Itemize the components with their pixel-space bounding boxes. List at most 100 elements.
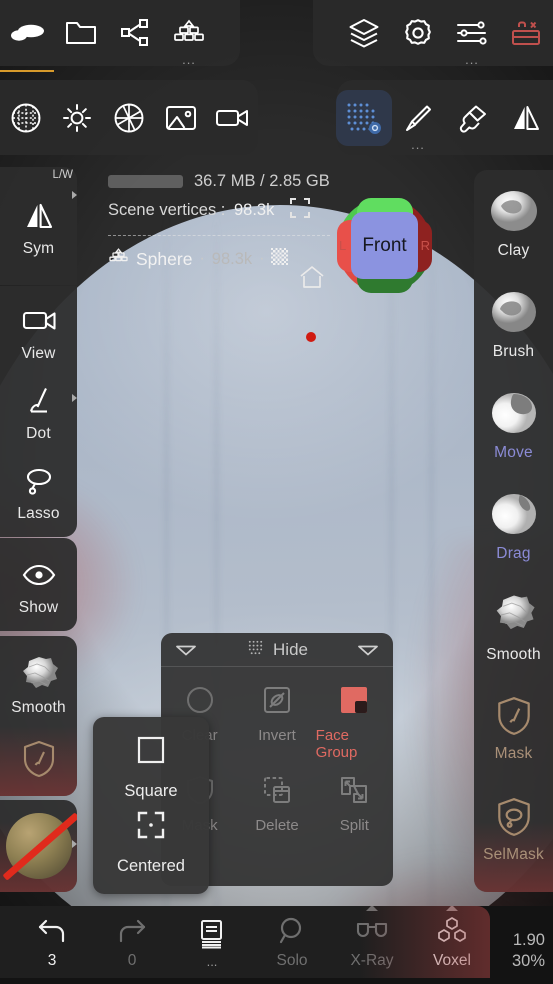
left-rail-label-view: View	[21, 345, 56, 362]
right-rail-item-drag[interactable]: Drag	[474, 473, 553, 574]
toolbar-top-left-primary: ...	[0, 0, 240, 72]
memory-row: 36.7 MB / 2.85 GB	[108, 172, 438, 191]
brush-tip-icon	[23, 380, 55, 422]
home-icon[interactable]	[298, 264, 326, 295]
undo-button[interactable]: 3	[14, 914, 90, 970]
right-rail-item-mask[interactable]: Mask	[474, 675, 553, 776]
material-ball-disabled-icon	[1, 811, 77, 881]
toolbar-background-button[interactable]	[155, 91, 207, 145]
toolbar-fill-brush-button[interactable]	[445, 91, 499, 145]
xray-caret-icon[interactable]	[366, 906, 378, 911]
voxel-button[interactable]: Voxel	[414, 906, 490, 970]
left-rail-item-sym[interactable]: L/W Sym	[0, 167, 77, 285]
hide-label-split: Split	[339, 817, 369, 834]
brush-ball-icon	[487, 284, 541, 340]
hide-cell-invert[interactable]: Invert	[238, 683, 315, 761]
hide-panel-title: Hide	[273, 639, 308, 659]
history-more-dots[interactable]: ...	[207, 955, 218, 968]
toolbar-layers-button[interactable]	[337, 6, 391, 60]
delete-dashed-icon	[262, 773, 292, 807]
redo-button[interactable]: 0	[94, 914, 170, 970]
shield-lasso-icon	[495, 791, 533, 843]
history-list-button[interactable]: ...	[174, 917, 250, 968]
chevron-down-icon[interactable]	[175, 644, 197, 662]
left-rail-item-material[interactable]	[0, 800, 77, 892]
solo-label: Solo	[276, 952, 308, 969]
left-rail-item-show[interactable]: Show	[0, 538, 77, 631]
toolbar-voxel-remesh-button[interactable]	[336, 89, 392, 146]
brush-intensity-value: 30%	[511, 952, 545, 970]
rough-sphere-icon	[488, 587, 540, 643]
toolbar-settings-button[interactable]	[391, 6, 445, 60]
expand-frame-icon[interactable]	[289, 197, 311, 224]
stack-pyramid-icon	[108, 248, 129, 270]
shape-option-square[interactable]: Square	[124, 735, 178, 801]
undo-count: 3	[47, 952, 57, 969]
right-rail-brushes: Clay Brush Move Drag Smooth Mask SelMask	[474, 170, 553, 892]
left-rail-item-smooth[interactable]: Smooth	[0, 640, 77, 730]
redo-count: 0	[127, 952, 137, 969]
shape-option-centered[interactable]: Centered	[117, 810, 185, 876]
shape-mode-popup: Square Centered	[93, 717, 209, 894]
xray-button[interactable]: X-Ray	[334, 906, 410, 970]
toolbar-topology-more[interactable]: ...	[182, 53, 196, 66]
right-rail-item-move[interactable]: Move	[474, 372, 553, 473]
right-rail-item-brush[interactable]: Brush	[474, 271, 553, 372]
voxel-cubes-icon	[435, 914, 469, 948]
right-rail-label-drag: Drag	[496, 544, 531, 562]
toolbar-clay-button[interactable]	[0, 6, 54, 72]
toolbar-share-button[interactable]	[108, 6, 162, 60]
object-name: Sphere	[136, 248, 193, 269]
clear-circle-icon	[185, 683, 215, 717]
toolbar-mirror-button[interactable]	[499, 91, 553, 145]
left-rail-item-lasso[interactable]: Lasso	[0, 452, 77, 530]
hide-label-delete: Delete	[255, 817, 299, 834]
material-expand-arrow[interactable]	[72, 840, 77, 848]
sym-expand-arrow[interactable]	[72, 191, 77, 199]
left-rail-group-smooth-mask: Smooth	[0, 636, 77, 796]
scene-vertices-value: 98.3k	[233, 201, 275, 219]
hide-cell-split[interactable]: Split	[316, 773, 393, 834]
chevron-down-icon[interactable]	[357, 644, 379, 662]
toolbar-paint-brush-button[interactable]: ...	[391, 91, 445, 151]
toolbar-matcap-button[interactable]	[0, 91, 52, 145]
hide-cell-delete[interactable]: Delete	[238, 773, 315, 834]
scene-vertices-label: Scene vertices :	[108, 201, 226, 219]
toolbar-toolbox-button[interactable]	[499, 6, 553, 60]
toolbar-paint-more[interactable]: ...	[411, 138, 425, 151]
xray-label: X-Ray	[350, 952, 394, 969]
left-rail-group-tools: View Dot Lasso	[0, 286, 77, 537]
right-rail-item-clay[interactable]: Clay	[474, 170, 553, 271]
voxel-caret-icon[interactable]	[446, 906, 458, 911]
right-rail-item-smooth[interactable]: Smooth	[474, 574, 553, 675]
toolbar-files-button[interactable]	[54, 6, 108, 60]
navigation-gizmo[interactable]: L R Front	[337, 198, 432, 293]
dotted-selection-icon	[246, 638, 265, 662]
toolbar-top-right-primary: ...	[313, 0, 553, 66]
toolbar-aperture-button[interactable]	[103, 91, 155, 145]
right-rail-label-mask: Mask	[494, 744, 533, 762]
sym-badge: L/W	[52, 169, 73, 181]
toolbar-topology-button[interactable]: ...	[162, 6, 216, 66]
right-rail-item-selmask[interactable]: SelMask	[474, 776, 553, 877]
toolbar-render-button[interactable]	[206, 91, 258, 145]
glasses-icon	[355, 914, 389, 948]
dot-expand-arrow[interactable]	[72, 394, 77, 402]
lasso-icon	[22, 460, 56, 502]
toolbar-sliders-more[interactable]: ...	[465, 53, 479, 66]
solo-button[interactable]: Solo	[254, 914, 330, 970]
left-rail-item-dot[interactable]: Dot	[0, 370, 77, 452]
left-rail-label-lasso: Lasso	[17, 505, 60, 522]
shape-label-centered: Centered	[117, 856, 185, 875]
gizmo-front-face[interactable]: Front	[351, 212, 418, 279]
left-rail-item-view[interactable]: View	[0, 292, 77, 370]
toolbar-top-left-secondary	[0, 80, 258, 155]
hide-cell-face-group[interactable]: Face Group	[316, 683, 393, 761]
invert-square-icon	[262, 683, 292, 717]
toolbar-lighting-button[interactable]	[52, 91, 104, 145]
left-rail-item-mask[interactable]	[0, 730, 77, 788]
rough-sphere-icon	[15, 654, 63, 696]
split-arrows-icon	[339, 773, 369, 807]
shield-brush-icon	[21, 738, 57, 780]
toolbar-sliders-button[interactable]: ...	[445, 6, 499, 66]
